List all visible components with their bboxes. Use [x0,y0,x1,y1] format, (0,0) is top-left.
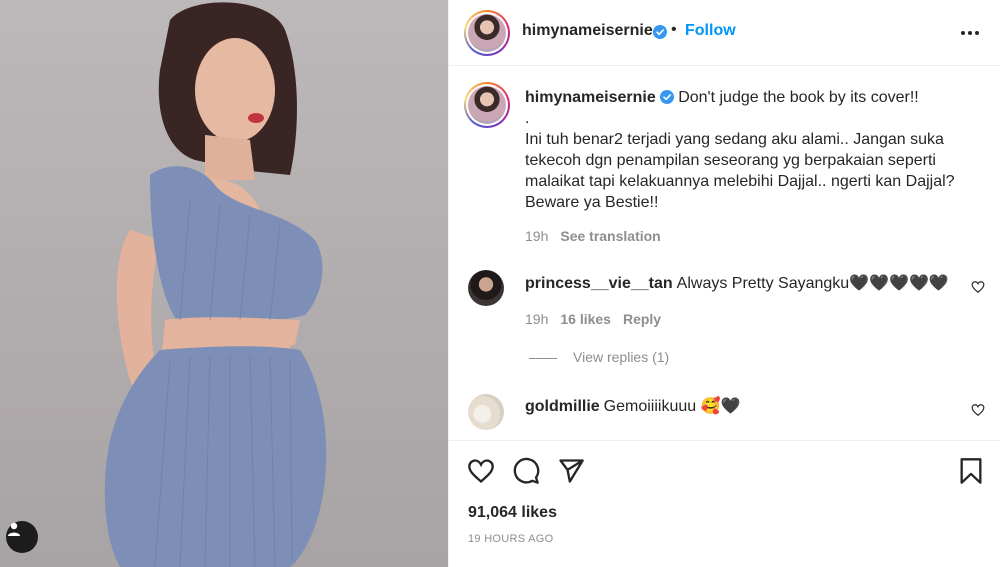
comment-like-heart-icon[interactable] [971,280,985,294]
follow-button[interactable]: Follow [685,22,736,40]
user-tag-icon[interactable] [6,521,38,553]
verified-badge-icon [659,90,674,104]
comment-icon[interactable] [512,457,540,485]
share-icon[interactable] [557,457,585,485]
post-header: himynameisernie • Follow [449,0,1000,66]
replies-divider-line [529,357,557,359]
post-actions-bar: 91,064 likes 19 HOURS AGO [449,440,1000,567]
caption-username[interactable]: himynameisernie [525,89,656,106]
comment-text: Gemoiiiikuuu 🥰🖤 [603,398,741,415]
comment-text: Always Pretty Sayangku🖤🖤🖤🖤🖤 [676,275,949,292]
post-details-panel: himynameisernie • Follow himynameisernie… [448,0,1000,567]
commenter-username[interactable]: goldmillie [525,398,600,415]
separator-dot: • [671,21,677,38]
comment-time[interactable]: 19h [525,311,548,327]
caption-body: . Ini tuh benar2 terjadi yang sedang aku… [525,110,955,211]
caption-time[interactable]: 19h [525,228,548,244]
heart-icon[interactable] [467,457,495,485]
likes-count[interactable]: 91,064 likes [468,504,557,522]
view-replies-button[interactable]: View replies (1) [529,349,669,365]
commenter-avatar[interactable] [468,270,504,306]
author-avatar[interactable] [464,10,510,56]
post-photo-illustration [104,2,327,567]
more-options-icon[interactable] [959,22,981,44]
commenter-username[interactable]: princess__vie__tan [525,275,673,292]
comment-meta: 19h 16 likes Reply [525,311,661,327]
commenter-avatar[interactable] [468,394,504,430]
comment-likes[interactable]: 16 likes [560,311,611,327]
see-translation-button[interactable]: See translation [560,228,660,244]
bookmark-icon[interactable] [957,457,985,485]
caption-first-line: Don't judge the book by its cover!! [678,89,919,106]
verified-badge-icon [653,25,667,39]
reply-button[interactable]: Reply [623,311,661,327]
caption-meta: 19h See translation [525,228,661,244]
post-timestamp[interactable]: 19 HOURS AGO [468,533,554,545]
post-photo[interactable] [0,0,448,567]
comments-section: himynameisernie Don't judge the book by … [449,67,1000,439]
view-replies-label: View replies (1) [573,349,670,365]
comment-like-heart-icon[interactable] [971,403,985,417]
author-username[interactable]: himynameisernie [522,22,653,40]
caption-author-avatar[interactable] [464,82,510,128]
